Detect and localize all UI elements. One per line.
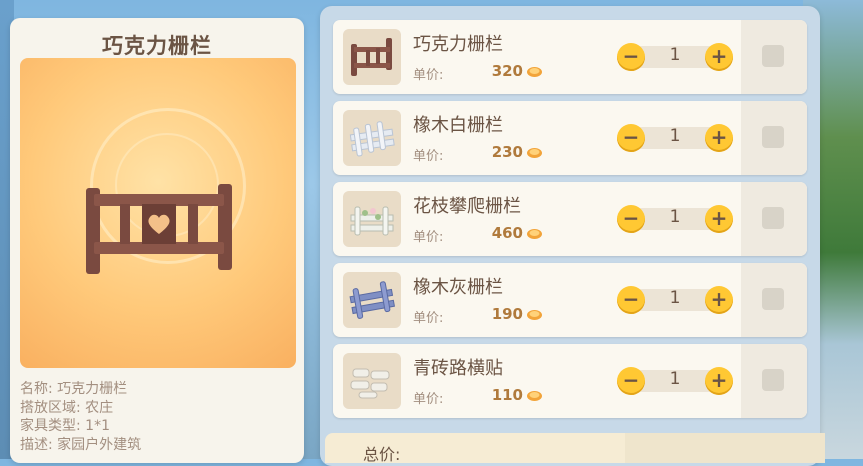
item-price: 460 (491, 224, 523, 242)
price-label: 单价: (413, 230, 444, 245)
increase-button[interactable]: + (705, 286, 733, 314)
quantity-stepper: − 1 + (617, 367, 733, 395)
white-oak-fence-icon (343, 110, 401, 166)
detail-title: 巧克力栅栏 (102, 34, 212, 58)
quantity-value: 1 (669, 45, 681, 65)
item-name: 花枝攀爬栅栏 (413, 196, 521, 217)
item-name: 巧克力栅栏 (413, 34, 503, 55)
list-item[interactable]: 青砖路横贴 单价: 110 − 1 + (333, 344, 807, 418)
item-name: 青砖路横贴 (413, 358, 503, 379)
decrease-button[interactable]: − (617, 367, 645, 395)
increase-button[interactable]: + (705, 367, 733, 395)
item-info: 名称: 巧克力栅栏 搭放区域: 农庄 家具类型: 1*1 描述: 家园户外建筑 (20, 380, 141, 454)
item-preview (20, 58, 296, 368)
decrease-button[interactable]: − (617, 43, 645, 71)
decrease-button[interactable]: − (617, 286, 645, 314)
increase-button[interactable]: + (705, 43, 733, 71)
item-name: 橡木灰栅栏 (413, 277, 503, 298)
coin-icon (527, 391, 542, 401)
quantity-stepper: − 1 + (617, 124, 733, 152)
info-row-desc: 描述: 家园户外建筑 (20, 436, 142, 453)
increase-button[interactable]: + (705, 205, 733, 233)
quantity-stepper: − 1 + (617, 43, 733, 71)
item-price: 320 (491, 62, 523, 80)
coin-icon (527, 148, 542, 158)
price-label: 单价: (413, 311, 444, 326)
item-name: 橡木白栅栏 (413, 115, 503, 136)
gray-oak-fence-icon (343, 272, 401, 328)
select-checkbox[interactable] (762, 369, 784, 391)
select-checkbox[interactable] (762, 288, 784, 310)
increase-button[interactable]: + (705, 124, 733, 152)
price-label: 单价: (413, 68, 444, 83)
list-item[interactable]: 花枝攀爬栅栏 单价: 460 − 1 + (333, 182, 807, 256)
info-row-name: 名称: 巧克力栅栏 (20, 381, 128, 397)
info-row-area: 搭放区域: 农庄 (20, 399, 114, 416)
coin-icon (527, 67, 542, 77)
price-label: 单价: (413, 392, 444, 407)
price-label: 单价: (413, 149, 444, 164)
info-row-type: 家具类型: 1*1 (20, 418, 110, 434)
quantity-value: 1 (669, 207, 681, 227)
item-detail-panel: 巧克力栅栏 名称: 巧克力栅栏 搭放区域: 农庄 家具类型: 1*1 描述: 家… (10, 18, 304, 463)
quantity-value: 1 (669, 288, 681, 308)
select-checkbox[interactable] (762, 207, 784, 229)
quantity-stepper: − 1 + (617, 286, 733, 314)
chocolate-fence-icon (343, 29, 401, 85)
quantity-stepper: − 1 + (617, 205, 733, 233)
coin-icon (527, 229, 542, 239)
select-checkbox[interactable] (762, 45, 784, 67)
select-checkbox[interactable] (762, 126, 784, 148)
item-price: 110 (491, 386, 523, 404)
item-price: 190 (491, 305, 523, 323)
list-item[interactable]: 橡木灰栅栏 单价: 190 − 1 + (333, 263, 807, 337)
list-item[interactable]: 巧克力栅栏 单价: 320 − 1 + (333, 20, 807, 94)
chocolate-fence-preview-icon (86, 184, 232, 274)
total-label: 总价: (363, 445, 401, 464)
decrease-button[interactable]: − (617, 124, 645, 152)
list-item[interactable]: 橡木白栅栏 单价: 230 − 1 + (333, 101, 807, 175)
blue-brick-path-icon (343, 353, 401, 409)
decrease-button[interactable]: − (617, 205, 645, 233)
coin-icon (527, 310, 542, 320)
flower-vine-fence-icon (343, 191, 401, 247)
item-price: 230 (491, 143, 523, 161)
quantity-value: 1 (669, 369, 681, 389)
quantity-value: 1 (669, 126, 681, 146)
